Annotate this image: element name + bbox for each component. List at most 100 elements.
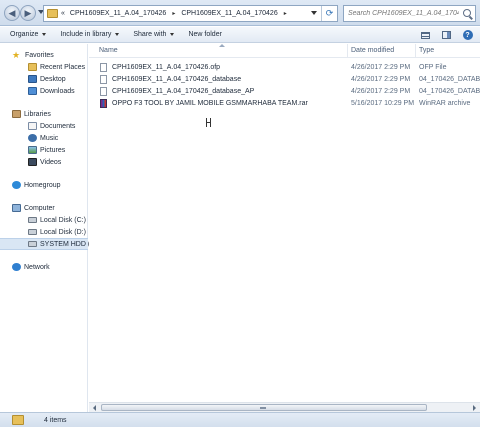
view-list-icon	[421, 31, 430, 39]
breadcrumb-separator-icon[interactable]: ▸	[172, 10, 175, 17]
breadcrumb-overflow[interactable]: «	[61, 10, 65, 17]
winrar-archive-icon	[100, 99, 107, 108]
computer-group: Computer Local Disk (C:) Local Disk (D:)…	[0, 202, 99, 250]
sidebar-item-homegroup[interactable]: Homegroup	[0, 179, 88, 191]
breadcrumb-item-1[interactable]: CPH1609EX_11_A.04_170426	[70, 10, 166, 17]
sidebar-item-local-disk-c[interactable]: Local Disk (C:)	[0, 214, 88, 226]
file-name: CPH1609EX_11_A.04_170426_database	[112, 75, 242, 83]
sidebar-item-label: Libraries	[24, 110, 51, 118]
help-button[interactable]: ?	[461, 29, 474, 41]
file-type: OFP File	[419, 63, 447, 71]
column-header-row: Name Date modified Type	[89, 44, 480, 58]
file-date: 4/26/2017 2:29 PM	[351, 87, 411, 95]
file-row[interactable]: CPH1609EX_11_A.04_170426.ofp 4/26/2017 2…	[89, 61, 480, 73]
favorites-group: ★ Favorites Recent Places Desktop Downloa…	[0, 49, 88, 97]
file-icon	[100, 63, 107, 72]
file-type: 04_170426_DATAB...	[419, 75, 480, 83]
sidebar-item-label: Desktop	[40, 75, 66, 83]
dropdown-arrow-icon	[170, 33, 175, 36]
network-group: Network	[0, 261, 88, 273]
sidebar-item-label: Documents	[40, 122, 76, 130]
address-bar[interactable]: « CPH1609EX_11_A.04_170426 ▸ CPH1609EX_1…	[43, 5, 338, 22]
item-count: 4 items	[44, 416, 67, 424]
sidebar-item-documents[interactable]: Documents	[0, 120, 88, 132]
videos-icon	[28, 158, 37, 166]
address-dropdown-icon[interactable]	[311, 11, 317, 15]
network-icon	[12, 263, 21, 271]
scrollbar-grip-icon	[260, 407, 266, 409]
documents-icon	[28, 122, 37, 130]
homegroup-group: Homegroup	[0, 179, 88, 191]
column-divider[interactable]	[415, 44, 416, 58]
scrollbar-thumb[interactable]	[101, 404, 427, 411]
music-icon	[28, 134, 37, 142]
share-with-label: Share with	[133, 31, 167, 38]
view-controls: ?	[411, 29, 474, 41]
sidebar-item-label: Favorites	[25, 51, 54, 59]
sidebar-item-label: Pictures	[40, 146, 66, 154]
drive-icon	[28, 217, 37, 223]
column-header-type[interactable]: Type	[419, 47, 434, 54]
forward-button[interactable]: ▶	[20, 5, 36, 21]
folder-icon	[47, 9, 58, 18]
sidebar-item-local-disk-d[interactable]: Local Disk (D:)	[0, 226, 88, 238]
new-folder-button[interactable]: New folder	[188, 31, 221, 38]
sidebar-item-favorites[interactable]: ★ Favorites	[0, 49, 88, 61]
recent-places-icon	[28, 63, 37, 71]
status-bar: 4 items	[0, 412, 480, 427]
file-name: CPH1609EX_11_A.04_170426_database_AP	[112, 87, 255, 95]
breadcrumb-separator-icon[interactable]: ▸	[284, 10, 287, 17]
refresh-icon: ⟳	[325, 8, 334, 18]
column-header-name[interactable]: Name	[99, 47, 118, 54]
organize-button[interactable]: Organize	[10, 31, 47, 38]
column-divider[interactable]	[347, 44, 348, 58]
horizontal-scrollbar[interactable]	[89, 402, 480, 412]
file-row[interactable]: CPH1609EX_11_A.04_170426_database_AP 4/2…	[89, 85, 480, 97]
share-with-button[interactable]: Share with	[133, 31, 175, 38]
search-icon[interactable]	[463, 9, 471, 17]
file-type: 04_170426_DATAB...	[419, 87, 480, 95]
scroll-left-button[interactable]	[90, 404, 99, 412]
back-button[interactable]: ◀	[4, 5, 20, 21]
navigation-pane: ★ Favorites Recent Places Desktop Downloa…	[0, 44, 99, 412]
include-in-library-button[interactable]: Include in library	[60, 31, 120, 38]
sidebar-item-videos[interactable]: Videos	[0, 156, 88, 168]
sidebar-item-computer[interactable]: Computer	[0, 202, 88, 214]
change-view-button[interactable]	[419, 29, 432, 41]
homegroup-icon	[12, 181, 21, 189]
drive-icon	[28, 229, 37, 235]
dropdown-arrow-icon	[115, 33, 120, 36]
file-list-pane: Name Date modified Type CPH1609EX_11_A.0…	[89, 44, 480, 412]
search-input[interactable]	[344, 6, 459, 21]
desktop-icon	[28, 75, 37, 83]
file-name: OPPO F3 TOOL BY JAMIL MOBILE GSMMARHABA …	[112, 99, 308, 107]
sidebar-item-downloads[interactable]: Downloads	[0, 85, 88, 97]
sidebar-item-libraries[interactable]: Libraries	[0, 108, 88, 120]
search-box[interactable]	[343, 5, 476, 22]
sidebar-item-system-hdd-e[interactable]: SYSTEM HDD (E:)	[0, 238, 99, 250]
back-arrow-icon: ◀	[8, 7, 16, 18]
refresh-button[interactable]: ⟳	[321, 6, 337, 21]
libraries-icon	[12, 110, 21, 118]
sidebar-item-music[interactable]: Music	[0, 132, 88, 144]
sort-arrow-icon	[219, 44, 225, 47]
column-header-date-modified[interactable]: Date modified	[351, 47, 394, 54]
new-folder-label: New folder	[188, 31, 222, 38]
organize-label: Organize	[10, 31, 39, 38]
sidebar-item-label: Music	[40, 134, 59, 142]
sidebar-item-label: Local Disk (D:)	[40, 228, 86, 236]
sidebar-item-desktop[interactable]: Desktop	[0, 73, 88, 85]
sidebar-item-network[interactable]: Network	[0, 261, 88, 273]
preview-pane-button[interactable]	[440, 29, 453, 41]
breadcrumb-item-2[interactable]: CPH1609EX_11_A.04_170426	[181, 10, 277, 17]
folder-icon	[12, 415, 24, 425]
file-row[interactable]: OPPO F3 TOOL BY JAMIL MOBILE GSMMARHABA …	[89, 97, 480, 109]
file-row[interactable]: CPH1609EX_11_A.04_170426_database 4/26/2…	[89, 73, 480, 85]
scroll-right-button[interactable]	[470, 404, 479, 412]
dropdown-arrow-icon	[42, 33, 47, 36]
sidebar-item-label: Local Disk (C:)	[40, 216, 86, 224]
file-type: WinRAR archive	[419, 99, 471, 107]
sidebar-item-recent-places[interactable]: Recent Places	[0, 61, 88, 73]
sidebar-item-pictures[interactable]: Pictures	[0, 144, 88, 156]
sidebar-item-label: Computer	[24, 204, 55, 212]
